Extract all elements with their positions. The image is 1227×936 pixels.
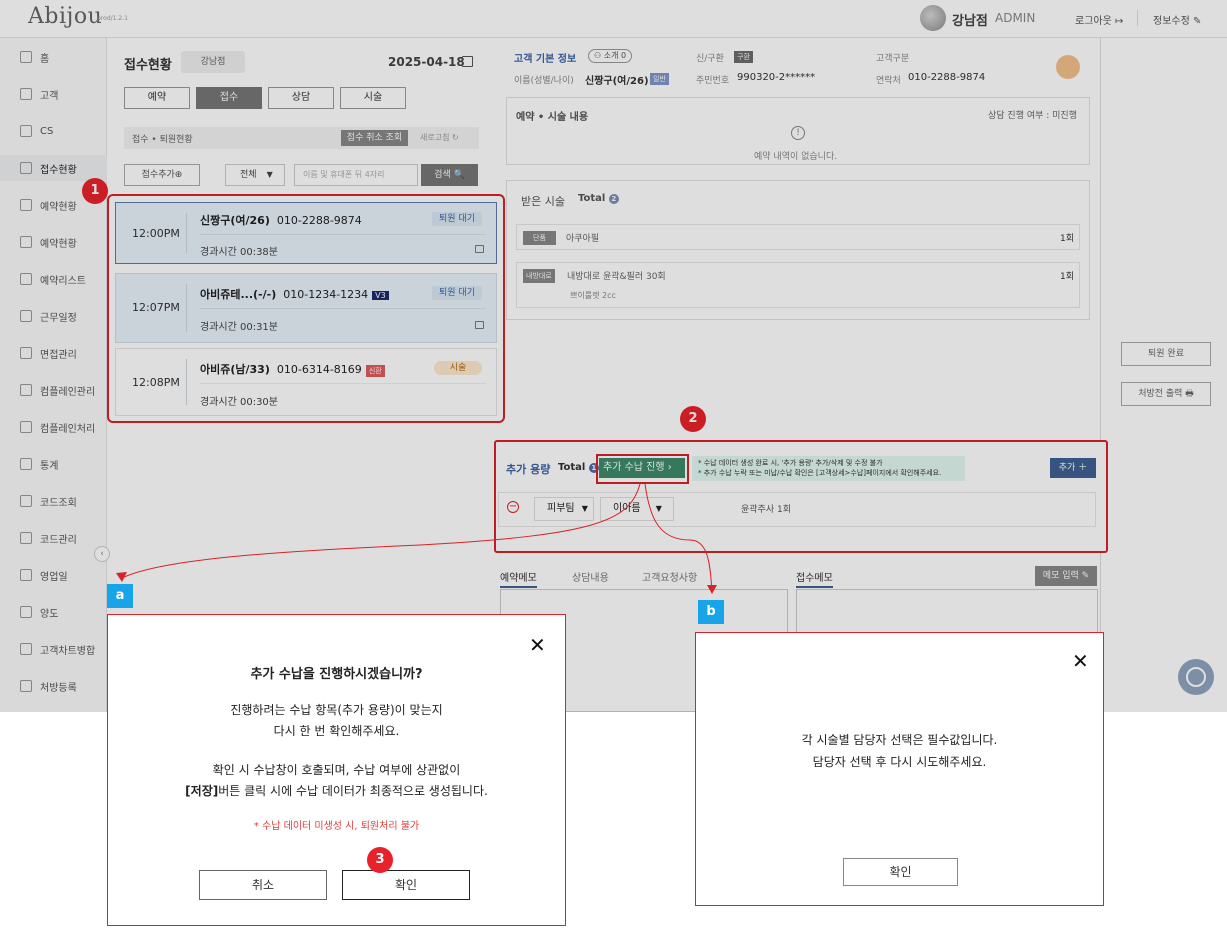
step-marker-3: 3	[367, 847, 393, 873]
dialog-warning: * 수납 데이터 미생성 시, 퇴원처리 불가	[253, 821, 420, 832]
confirm-payment-dialog: ✕ 추가 수납을 진행하시겠습니까? 진행하려는 수납 항목(추가 용량)이 맞…	[107, 614, 566, 926]
dialog-line: [저장]버튼 클릭 시에 수납 데이터가 최종적으로 생성됩니다.	[185, 784, 488, 798]
callout-marker-b: b	[698, 600, 724, 624]
confirm-button[interactable]: 확인	[342, 870, 470, 900]
close-icon[interactable]: ✕	[529, 635, 546, 655]
dialog-line: 각 시술별 담당자 선택은 필수값입니다.	[801, 733, 998, 747]
dialog-line: 확인 시 수납창이 호출되며, 수납 여부에 상관없이	[212, 763, 461, 777]
dialog-line: 담당자 선택 후 다시 시도해주세요.	[812, 755, 987, 769]
dialog-title: 추가 수납을 진행하시겠습니까?	[250, 667, 423, 682]
cancel-button[interactable]: 취소	[199, 870, 327, 900]
callout-marker-a: a	[107, 584, 133, 608]
confirm-button[interactable]: 확인	[843, 858, 958, 886]
staff-required-dialog: ✕ 각 시술별 담당자 선택은 필수값입니다. 담당자 선택 후 다시 시도해주…	[695, 632, 1104, 906]
dialog-line: 진행하려는 수납 항목(추가 용량)이 맞는지	[230, 703, 443, 717]
close-icon[interactable]: ✕	[1072, 651, 1089, 671]
dialog-line: 다시 한 번 확인해주세요.	[273, 724, 400, 738]
